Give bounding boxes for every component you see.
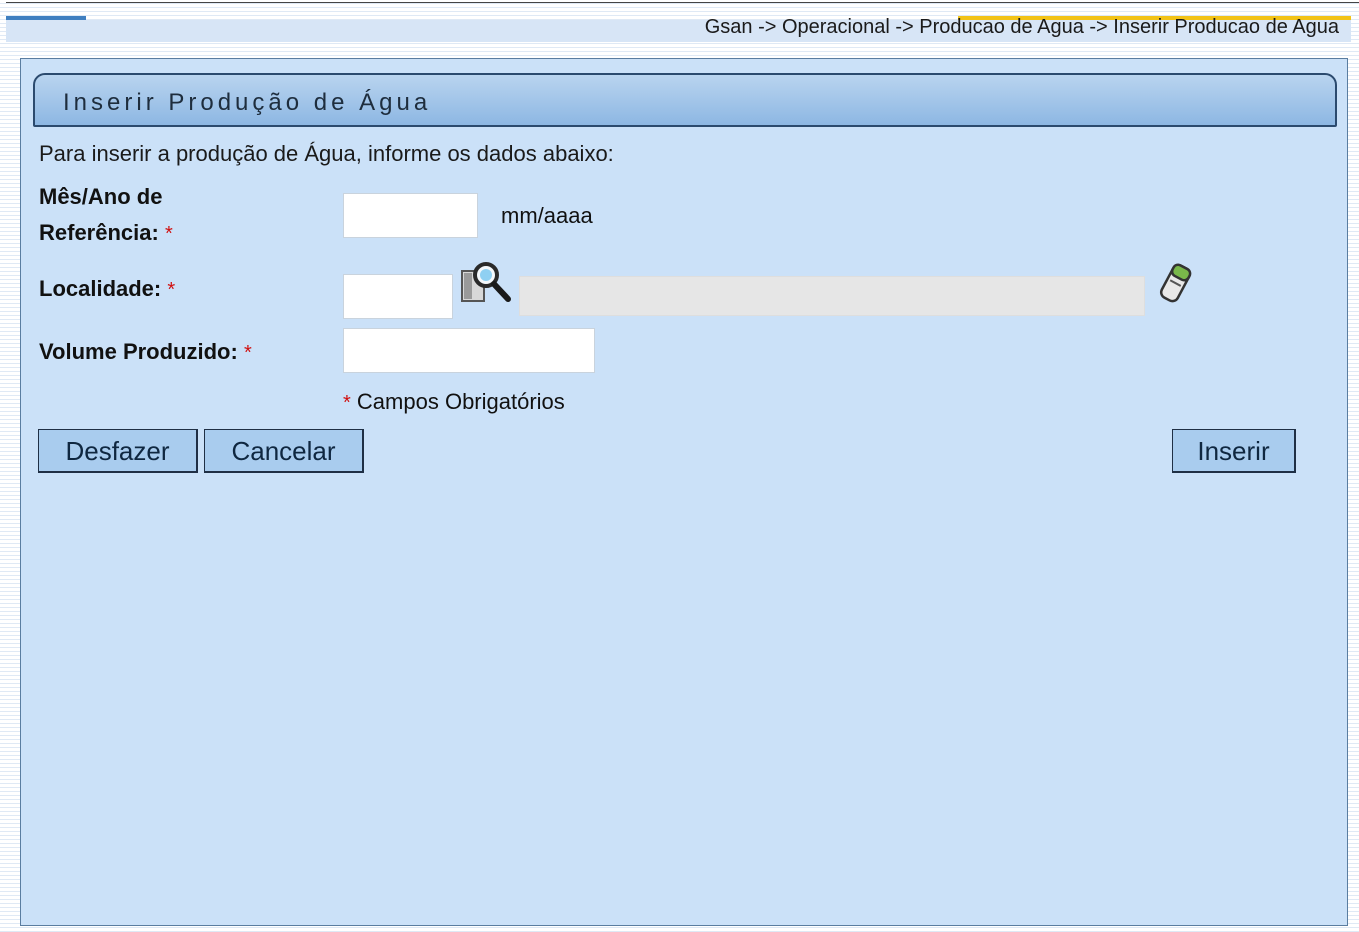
required-note-text: Campos Obrigatórios <box>356 389 565 414</box>
mes-ano-label: Mês/Ano de Referência: * <box>39 179 173 252</box>
volume-produzido-input[interactable] <box>343 328 595 373</box>
required-fields-note: * Campos Obrigatórios <box>343 389 565 415</box>
required-marker: * <box>243 342 252 364</box>
mes-ano-label-text: Referência: <box>39 220 159 245</box>
form-instructions: Para inserir a produção de Água, informe… <box>39 141 614 166</box>
search-icon[interactable] <box>459 259 515 311</box>
mes-ano-label-line2: Referência: * <box>39 215 173 252</box>
volume-label-text: Volume Produzido: <box>39 339 238 364</box>
page-title: Inserir Produção de Água <box>63 89 432 116</box>
insert-button[interactable]: Inserir <box>1172 429 1296 473</box>
localidade-code-input[interactable] <box>343 274 453 319</box>
undo-button[interactable]: Desfazer <box>38 429 198 473</box>
eraser-icon[interactable] <box>1153 261 1197 307</box>
mes-ano-input[interactable] <box>343 193 478 238</box>
page: Gsan -> Operacional -> Producao de Agua … <box>0 0 1359 932</box>
breadcrumb: Gsan -> Operacional -> Producao de Agua … <box>704 16 1339 38</box>
title-bar: Inserir Produção de Água <box>33 73 1337 127</box>
required-marker: * <box>343 392 351 414</box>
top-rule <box>6 2 1359 3</box>
localidade-label-text: Localidade: <box>39 276 162 301</box>
required-marker: * <box>164 223 173 245</box>
volume-label: Volume Produzido: * <box>39 334 252 371</box>
form-panel: Inserir Produção de Água Para inserir a … <box>20 58 1348 926</box>
mes-ano-format-hint: mm/aaaa <box>501 203 593 228</box>
localidade-description-field <box>519 276 1145 316</box>
top-accent-bar <box>6 16 86 20</box>
required-marker: * <box>167 279 176 301</box>
localidade-label: Localidade: * <box>39 271 175 308</box>
mes-ano-label-line1: Mês/Ano de <box>39 184 163 209</box>
cancel-button[interactable]: Cancelar <box>204 429 364 473</box>
